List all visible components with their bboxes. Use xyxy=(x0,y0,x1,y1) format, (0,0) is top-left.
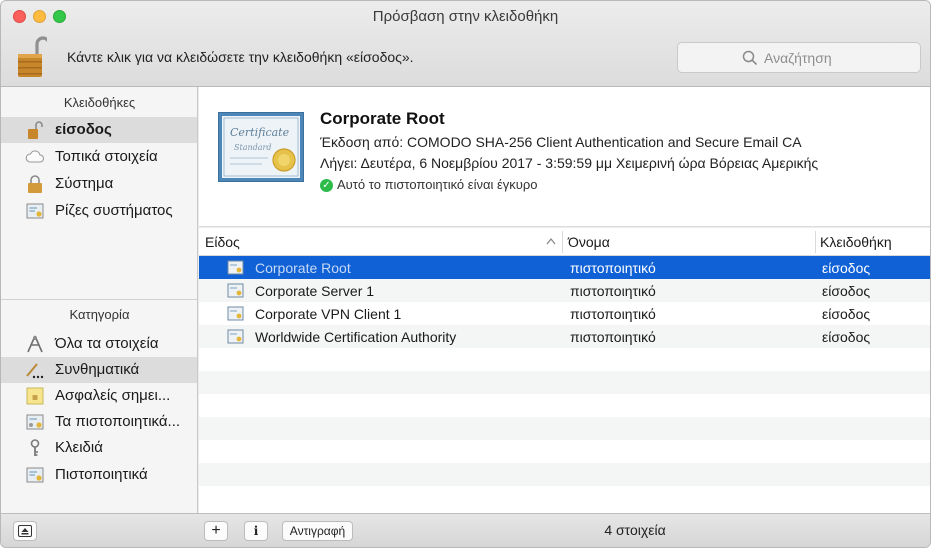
column-header-kind[interactable]: Είδος xyxy=(205,234,240,250)
certificate-icon xyxy=(26,467,44,483)
empty-row xyxy=(199,348,930,371)
sidebar-item-label: Τα πιστοποιητικά... xyxy=(55,413,181,430)
secure-note-icon xyxy=(26,387,44,405)
row-name: Worldwide Certification Authority xyxy=(255,329,457,345)
table-row[interactable]: Corporate Server 1 πιστοποιητικό είσοδος xyxy=(199,279,930,302)
sidebar-item-passwords[interactable]: Συνθηματικά xyxy=(1,357,197,383)
certificate-name: Corporate Root xyxy=(320,109,445,128)
password-icon xyxy=(26,363,44,379)
checkmark-icon: ✓ xyxy=(320,179,333,192)
item-count-status: 4 στοιχεία xyxy=(604,522,666,538)
bottom-bar: + i Αντιγραφή 4 στοιχεία xyxy=(1,513,930,547)
certificate-detail: Certificate Standard Corporate Root Έκδο… xyxy=(199,87,930,227)
open-padlock-icon[interactable] xyxy=(17,34,47,78)
certificate-icon xyxy=(227,260,244,275)
certificate-icon xyxy=(227,329,244,344)
table-row[interactable]: Corporate VPN Client 1 πιστοποιητικό είσ… xyxy=(199,302,930,325)
padlock-icon xyxy=(28,175,42,193)
key-icon xyxy=(30,439,40,456)
sidebar-item-label: Όλα τα στοιχεία xyxy=(55,335,159,352)
column-separator[interactable] xyxy=(562,231,563,253)
sidebar-item-label: Ασφαλείς σημει... xyxy=(55,387,171,404)
sidebar-item-label: Κλειδιά xyxy=(55,439,103,456)
column-header-keychain[interactable]: Κλειδοθήκη xyxy=(820,234,892,250)
certificate-large-icon: Certificate Standard xyxy=(218,112,304,182)
sidebar-item-label: Συνθηματικά xyxy=(55,361,140,378)
row-kind: πιστοποιητικό xyxy=(570,306,656,322)
sidebar-item-all-items[interactable]: Όλα τα στοιχεία xyxy=(1,331,197,357)
sidebar-item-system-roots[interactable]: Ρίζες συστήματος xyxy=(1,198,197,224)
certificate-status-text: Αυτό το πιστοποιητικό είναι έγκυρο xyxy=(337,177,538,192)
sidebar-item-my-certificates[interactable]: Τα πιστοποιητικά... xyxy=(1,409,197,435)
certificate-icon xyxy=(227,283,244,298)
certificate-status: ✓ Αυτό το πιστοποιητικό είναι έγκυρο xyxy=(320,177,538,192)
column-separator[interactable] xyxy=(815,231,816,253)
certificate-icon xyxy=(26,203,44,219)
search-placeholder: Αναζήτηση xyxy=(764,50,832,66)
certificate-expiry: Λήγει: Δευτέρα, 6 Νοεμβρίου 2017 - 3:59:… xyxy=(320,155,819,171)
table-row[interactable]: Corporate Root πιστοποιητικό είσοδος xyxy=(199,256,930,279)
certificate-icon xyxy=(227,306,244,321)
lock-message: Κάντε κλικ για να κλειδώσετε την κλειδοθ… xyxy=(67,49,414,65)
table-header: Είδος Όνομα Κλειδοθήκη xyxy=(199,228,930,256)
category-header: Κατηγορία xyxy=(69,307,130,322)
certificate-badge-subtitle: Standard xyxy=(234,143,271,152)
keychain-access-window: Πρόσβαση στην κλειδοθήκη Κάντε κλικ για … xyxy=(0,0,931,548)
sidebar-item-system[interactable]: Σύστημα xyxy=(1,171,197,197)
row-keychain: είσοδος xyxy=(822,260,871,276)
sidebar: Κλειδοθήκες είσοδος Τοπικά στοιχεία Σύστ… xyxy=(1,87,198,513)
window-title: Πρόσβαση στην κλειδοθήκη xyxy=(372,8,559,25)
cloud-icon xyxy=(25,150,45,163)
sidebar-divider xyxy=(1,299,197,300)
open-padlock-icon xyxy=(28,121,43,139)
row-name: Corporate Server 1 xyxy=(255,283,375,299)
my-certificate-icon xyxy=(26,414,44,430)
sidebar-item-local-items[interactable]: Τοπικά στοιχεία xyxy=(1,144,197,170)
sidebar-item-login[interactable]: είσοδος xyxy=(1,117,197,143)
row-keychain: είσοδος xyxy=(822,306,871,322)
keychains-header: Κλειδοθήκες xyxy=(63,95,136,110)
search-icon xyxy=(742,50,758,66)
sidebar-item-label: Σύστημα xyxy=(55,175,114,192)
sidebar-item-secure-notes[interactable]: Ασφαλείς σημει... xyxy=(1,383,197,409)
row-kind: πιστοποιητικό xyxy=(570,283,656,299)
table-row[interactable]: Worldwide Certification Authority πιστοπ… xyxy=(199,325,930,348)
sidebar-item-label: είσοδος xyxy=(55,121,112,138)
empty-row xyxy=(199,417,930,440)
sidebar-item-label: Ρίζες συστήματος xyxy=(55,202,173,219)
row-keychain: είσοδος xyxy=(822,329,871,345)
certificate-issuer: Έκδοση από: COMODO SHA-256 Client Authen… xyxy=(320,134,802,150)
empty-row xyxy=(199,486,930,509)
sidebar-item-label: Πιστοποιητικά xyxy=(55,466,148,483)
column-header-name[interactable]: Όνομα xyxy=(568,234,610,250)
empty-row xyxy=(199,463,930,486)
search-input[interactable]: Αναζήτηση xyxy=(677,42,921,73)
empty-row xyxy=(199,440,930,463)
row-kind: πιστοποιητικό xyxy=(570,260,656,276)
sort-ascending-icon xyxy=(546,237,556,245)
row-kind: πιστοποιητικό xyxy=(570,329,656,345)
certificate-badge-title: Certificate xyxy=(230,126,290,139)
sidebar-item-label: Τοπικά στοιχεία xyxy=(55,148,158,165)
sidebar-item-certificates[interactable]: Πιστοποιητικά xyxy=(1,462,197,488)
items-table: Είδος Όνομα Κλειδοθήκη Corporate Root πι… xyxy=(199,228,930,513)
row-keychain: είσοδος xyxy=(822,283,871,299)
row-name: Corporate VPN Client 1 xyxy=(255,306,402,322)
toolbar: Πρόσβαση στην κλειδοθήκη Κάντε κλικ για … xyxy=(1,1,930,87)
empty-row xyxy=(199,394,930,417)
empty-row xyxy=(199,371,930,394)
all-items-icon xyxy=(27,335,43,353)
sidebar-item-keys[interactable]: Κλειδιά xyxy=(1,435,197,461)
row-name: Corporate Root xyxy=(255,260,351,276)
